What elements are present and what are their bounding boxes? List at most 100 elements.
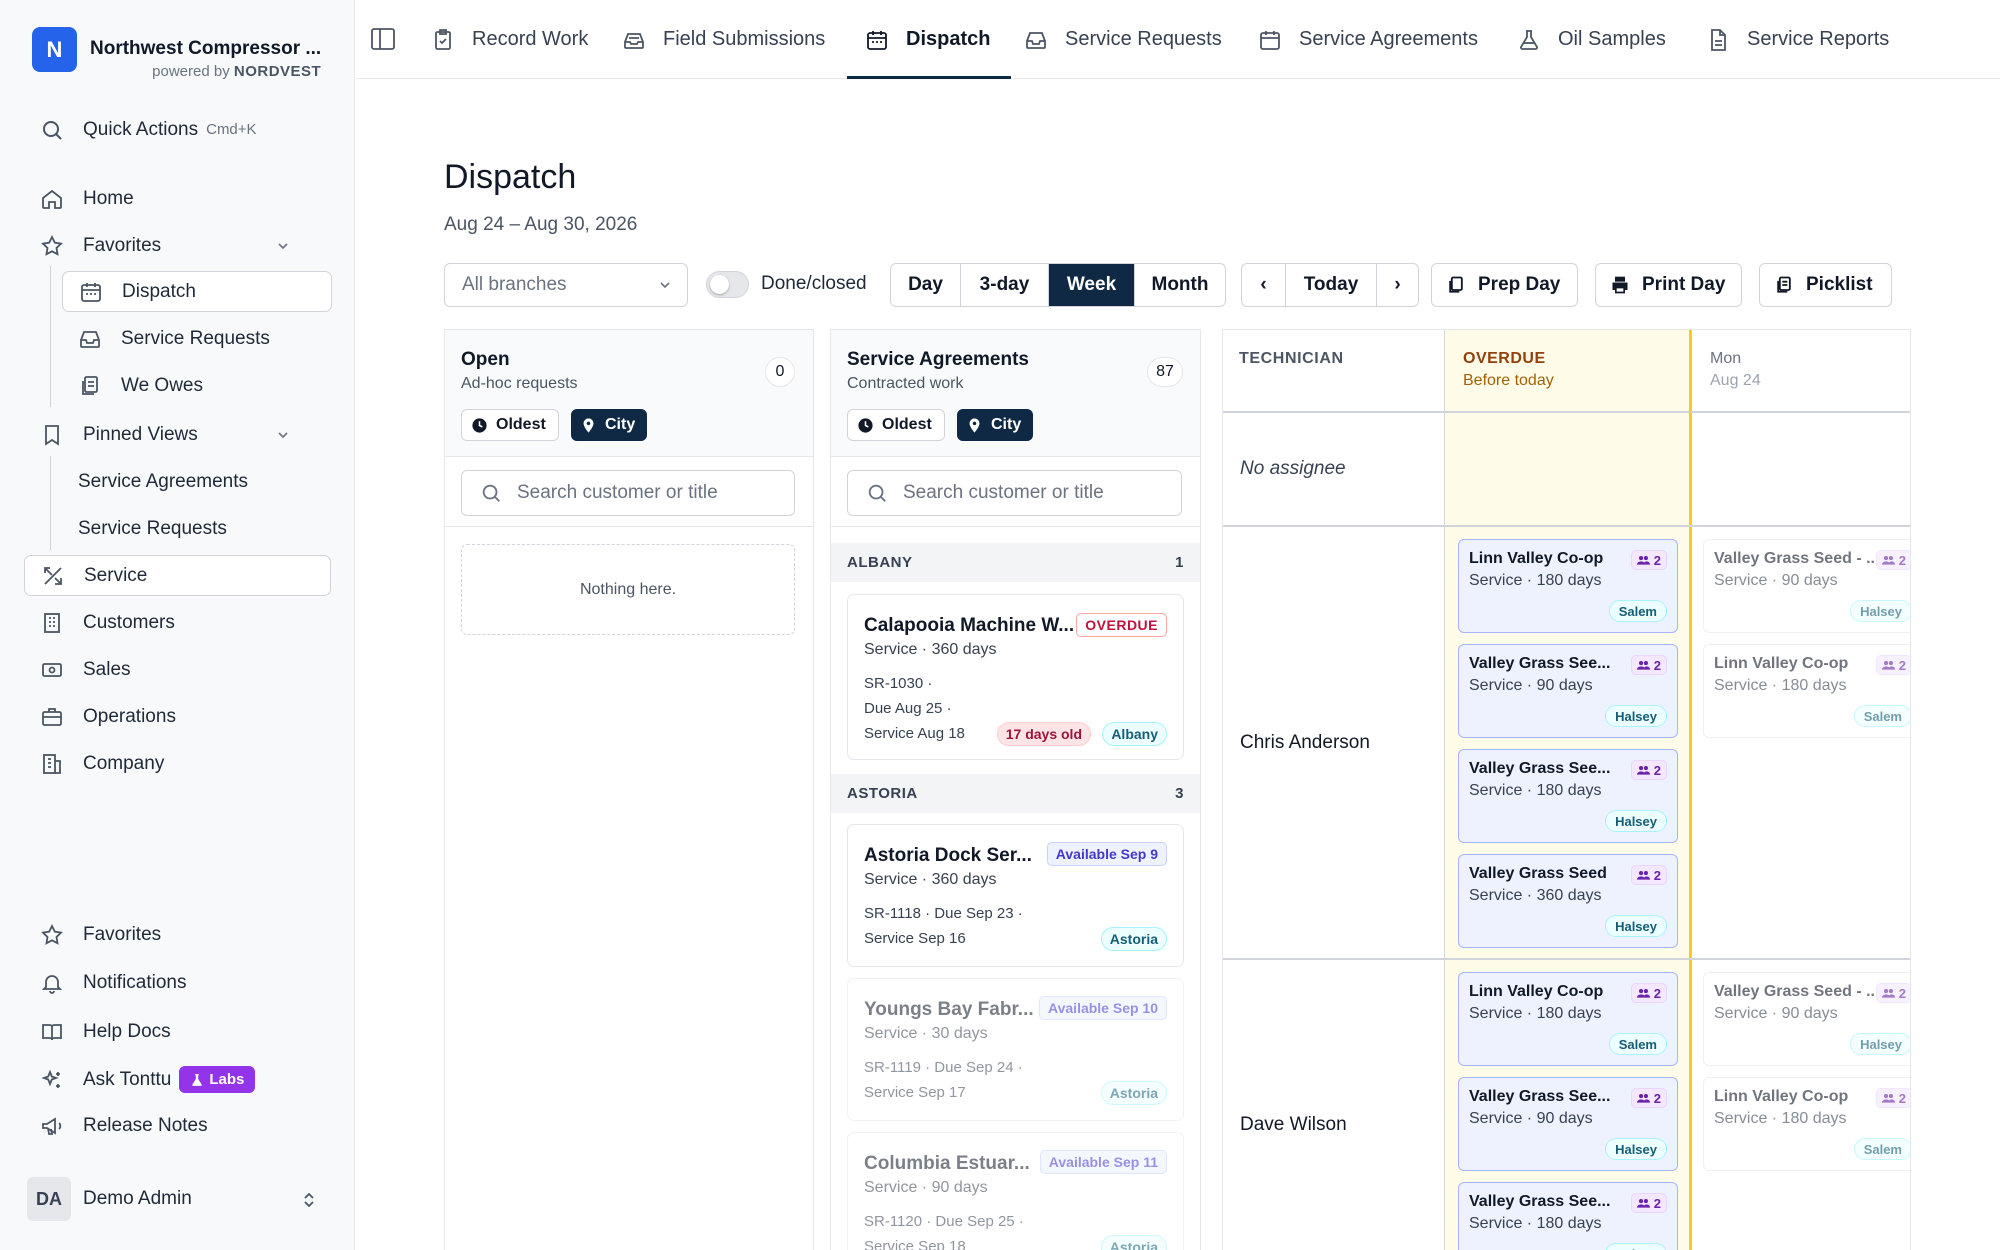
city-badge: Salem bbox=[1608, 600, 1667, 622]
group-city-chip[interactable]: City bbox=[957, 409, 1034, 441]
sidebar-item-service-requests[interactable]: Service Requests bbox=[62, 318, 332, 359]
sidebar-item-notifications[interactable]: Notifications bbox=[24, 962, 331, 1003]
sidebar-item-operations[interactable]: Operations bbox=[24, 696, 331, 737]
sidebar-item-service[interactable]: Service bbox=[24, 555, 331, 596]
chevron-up-down-icon[interactable] bbox=[301, 1191, 317, 1209]
chevron-down-icon[interactable] bbox=[275, 427, 291, 443]
card-meta: SR-1119 · Due Sep 24 · bbox=[864, 1059, 1023, 1076]
sidebar-section-pinned-views[interactable]: Pinned Views bbox=[24, 414, 331, 455]
job-card[interactable]: Valley Grass See... Service · 180 days 2 Ha… bbox=[1458, 1182, 1678, 1250]
tab-service-agreements[interactable]: Service Agreements bbox=[1258, 0, 1478, 79]
group-header-astoria[interactable]: ASTORIA 3 bbox=[831, 774, 1200, 813]
next-button[interactable]: › bbox=[1377, 264, 1418, 306]
view-day-button[interactable]: Day bbox=[891, 264, 961, 306]
branch-select[interactable]: All branches bbox=[444, 263, 688, 307]
done-closed-toggle[interactable] bbox=[706, 271, 749, 298]
job-card[interactable]: Linn Valley Co-op Service · 180 days 2 Sale… bbox=[1703, 1077, 1910, 1171]
technician-name[interactable]: Dave Wilson bbox=[1240, 1114, 1347, 1136]
sidebar-item-we-owes[interactable]: We Owes bbox=[62, 365, 332, 406]
assignee-count-badge: 2 bbox=[1875, 550, 1910, 570]
prep-day-button[interactable]: Prep Day bbox=[1431, 263, 1578, 307]
print-day-button[interactable]: Print Day bbox=[1595, 263, 1742, 307]
sidebar-item-sales[interactable]: Sales bbox=[24, 649, 331, 690]
sort-oldest-chip[interactable]: Oldest bbox=[461, 409, 559, 441]
tab-record-work[interactable]: Record Work bbox=[431, 0, 588, 79]
tab-service-reports[interactable]: Service Reports bbox=[1706, 0, 1889, 79]
sidebar-item-customers[interactable]: Customers bbox=[24, 602, 331, 643]
chevron-down-icon[interactable] bbox=[275, 238, 291, 254]
group-name: ALBANY bbox=[847, 554, 913, 571]
row-divider bbox=[1223, 525, 1910, 527]
page-title: Dispatch bbox=[444, 158, 577, 196]
job-card[interactable]: Valley Grass Seed Service · 360 days 2 Hals… bbox=[1458, 854, 1678, 948]
column-divider bbox=[1444, 413, 1445, 1250]
sidebar-item-home[interactable]: Home bbox=[24, 178, 331, 219]
today-button[interactable]: Today bbox=[1286, 264, 1377, 306]
technician-name[interactable]: Chris Anderson bbox=[1240, 732, 1370, 754]
sidebar-item-label: Service bbox=[84, 564, 148, 586]
assignee-count-badge: 2 bbox=[1630, 1088, 1667, 1108]
job-card[interactable]: Valley Grass See... Service · 90 days 2 Hal… bbox=[1458, 644, 1678, 738]
tab-service-requests[interactable]: Service Requests bbox=[1024, 0, 1222, 79]
job-title: Valley Grass See... bbox=[1469, 1088, 1611, 1105]
sidebar-toggle-icon[interactable] bbox=[371, 28, 395, 50]
sidebar-item-label: Sales bbox=[83, 658, 131, 680]
day-column-header-mon[interactable]: Mon Aug 24 bbox=[1689, 330, 1910, 413]
job-card[interactable]: Linn Valley Co-op Service · 180 days 2 Sale… bbox=[1458, 539, 1678, 633]
office-building-icon bbox=[43, 753, 61, 774]
assignee-count-badge: 2 bbox=[1630, 760, 1667, 780]
view-3day-button[interactable]: 3-day bbox=[961, 264, 1049, 306]
sidebar-item-dispatch[interactable]: Dispatch bbox=[62, 271, 332, 312]
sidebar-item-company[interactable]: Company bbox=[24, 743, 331, 784]
org-switcher[interactable]: N Northwest Compressor ... powered by NO… bbox=[32, 27, 321, 80]
divider bbox=[445, 526, 813, 527]
job-card[interactable]: Valley Grass See... Service · 90 days 2 Hal… bbox=[1458, 1077, 1678, 1171]
available-badge: Available Sep 9 bbox=[1046, 842, 1167, 866]
city-badge: Astoria bbox=[1100, 1081, 1167, 1105]
agreement-card[interactable]: Youngs Bay Fabr... Available Sep 10 Serv… bbox=[847, 978, 1184, 1121]
tab-oil-samples[interactable]: Oil Samples bbox=[1517, 0, 1666, 79]
city-badge: Halsey bbox=[1850, 1033, 1910, 1055]
group-header-albany[interactable]: ALBANY 1 bbox=[831, 543, 1200, 582]
printer-icon bbox=[1612, 276, 1628, 294]
agreement-card[interactable]: Astoria Dock Ser... Available Sep 9 Serv… bbox=[847, 824, 1184, 967]
view-week-button[interactable]: Week bbox=[1049, 264, 1135, 306]
home-icon bbox=[42, 189, 62, 209]
date-navigator: ‹ Today › bbox=[1241, 263, 1419, 307]
dispatch-board: TECHNICIAN OVERDUE Before today Mon Aug … bbox=[1222, 329, 1911, 1250]
job-subtitle: Service · 180 days bbox=[1714, 1110, 1847, 1127]
tab-dispatch[interactable]: Dispatch bbox=[865, 0, 990, 79]
sidebar-item-release-notes[interactable]: Release Notes bbox=[24, 1105, 331, 1146]
sidebar-item-pinned-service-requests[interactable]: Service Requests bbox=[62, 508, 369, 549]
sidebar-item-favorites-bottom[interactable]: Favorites bbox=[24, 914, 331, 955]
picklist-button[interactable]: Picklist bbox=[1759, 263, 1892, 307]
job-card[interactable]: Linn Valley Co-op Service · 180 days 2 Sale… bbox=[1458, 972, 1678, 1066]
view-month-button[interactable]: Month bbox=[1135, 264, 1225, 306]
job-card[interactable]: Linn Valley Co-op Service · 180 days 2 Sale… bbox=[1703, 644, 1910, 738]
user-menu[interactable]: DA Demo Admin bbox=[27, 1177, 317, 1221]
sidebar-item-label: Home bbox=[83, 187, 134, 209]
banknote-icon bbox=[42, 662, 62, 677]
prev-button[interactable]: ‹ bbox=[1242, 264, 1286, 306]
group-name: ASTORIA bbox=[847, 785, 918, 802]
sidebar-item-ask-tonttu[interactable]: Ask Tonttu Labs bbox=[24, 1059, 331, 1100]
agreements-search-input[interactable]: Search customer or title bbox=[847, 470, 1182, 516]
megaphone-icon bbox=[42, 1116, 62, 1135]
available-badge: Available Sep 10 bbox=[1039, 996, 1167, 1020]
tab-field-submissions[interactable]: Field Submissions bbox=[622, 0, 825, 79]
sort-oldest-chip[interactable]: Oldest bbox=[847, 409, 945, 441]
sidebar-item-label: Favorites bbox=[83, 923, 162, 945]
job-card[interactable]: Valley Grass Seed - ... Service · 90 days… bbox=[1703, 539, 1910, 633]
job-card[interactable]: Valley Grass See... Service · 180 days 2 Ha… bbox=[1458, 749, 1678, 843]
quick-actions[interactable]: Quick Actions Cmd+K bbox=[24, 109, 331, 150]
sidebar-item-help-docs[interactable]: Help Docs bbox=[24, 1011, 331, 1052]
agreement-card[interactable]: Calapooia Machine W... OVERDUE Service ·… bbox=[847, 594, 1184, 760]
group-city-chip[interactable]: City bbox=[571, 409, 648, 441]
sidebar-section-favorites[interactable]: Favorites bbox=[24, 225, 331, 266]
sidebar-item-pinned-service-agreements[interactable]: Service Agreements bbox=[62, 461, 369, 502]
card-subtitle: Service · 360 days bbox=[864, 641, 997, 658]
job-card[interactable]: Valley Grass Seed - ... Service · 90 days… bbox=[1703, 972, 1910, 1066]
agreement-card[interactable]: Columbia Estuar... Available Sep 11 Serv… bbox=[847, 1132, 1184, 1250]
open-search-input[interactable]: Search customer or title bbox=[461, 470, 795, 516]
chevron-down-icon bbox=[660, 282, 670, 289]
